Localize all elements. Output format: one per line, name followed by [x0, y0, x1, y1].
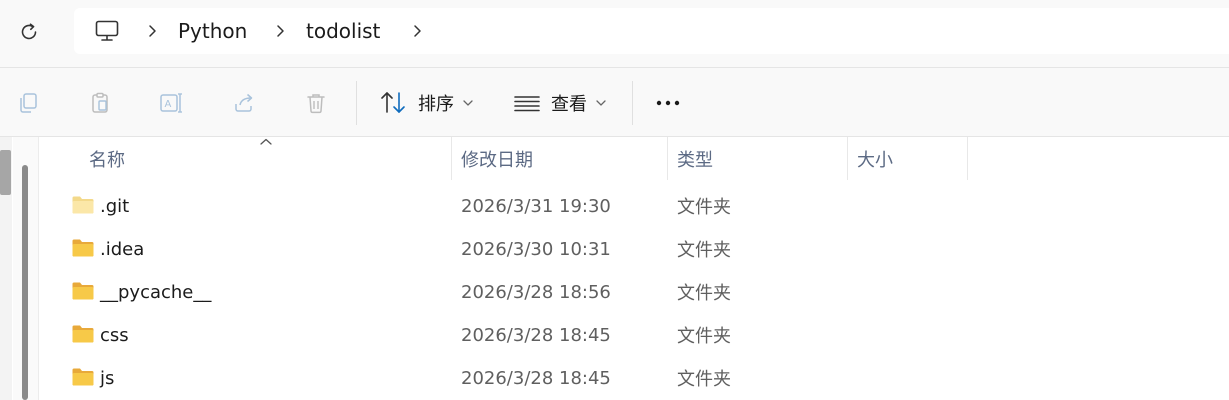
folder-icon: [72, 282, 94, 300]
folder-icon: [72, 239, 94, 257]
rename-button[interactable]: A: [155, 86, 189, 120]
sort-arrows-icon: [381, 92, 405, 113]
breadcrumb-item-todolist[interactable]: todolist: [306, 8, 380, 54]
address-bar-row: Python todolist: [0, 0, 1229, 67]
delete-button[interactable]: [299, 86, 333, 120]
column-header-name[interactable]: 名称: [89, 137, 451, 180]
column-header-modified[interactable]: 修改日期: [461, 137, 667, 180]
sort-label: 排序: [418, 94, 454, 115]
command-bar: A 排序 查看: [0, 68, 1229, 136]
more-dots-icon: [656, 100, 680, 106]
view-label: 查看: [551, 94, 587, 115]
breadcrumb-chevron[interactable]: [142, 8, 162, 54]
chevron-right-icon: [149, 25, 156, 37]
column-resize-handle[interactable]: [451, 137, 452, 180]
sort-button[interactable]: 排序: [380, 85, 474, 121]
file-row[interactable]: .git 2026/3/31 19:30 文件夹: [39, 185, 1229, 227]
file-modified: 2026/3/28 18:45: [461, 324, 611, 346]
file-row[interactable]: __pycache__ 2026/3/28 18:56 文件夹: [39, 271, 1229, 313]
refresh-icon: [21, 23, 37, 40]
column-header-type[interactable]: 类型: [677, 137, 847, 180]
column-resize-handle[interactable]: [847, 137, 848, 180]
file-type: 文件夹: [677, 326, 731, 347]
file-name: __pycache__: [100, 281, 212, 303]
breadcrumb-chevron[interactable]: [270, 8, 290, 54]
file-type: 文件夹: [677, 283, 731, 304]
column-header-label: 类型: [677, 149, 713, 171]
view-list-icon: [514, 96, 540, 112]
breadcrumb-chevron[interactable]: [407, 8, 427, 54]
file-name: css: [100, 324, 129, 346]
breadcrumb-item-label: Python: [178, 19, 248, 43]
file-modified: 2026/3/30 10:31: [461, 238, 611, 260]
rename-icon: A: [160, 93, 182, 113]
file-modified: 2026/3/28 18:45: [461, 367, 611, 389]
file-modified: 2026/3/28 18:56: [461, 281, 611, 303]
paste-button[interactable]: [83, 86, 117, 120]
trash-icon: [307, 94, 325, 114]
column-header-label: 名称: [89, 149, 125, 171]
copy-button[interactable]: [11, 86, 45, 120]
file-type: 文件夹: [677, 369, 731, 390]
file-row[interactable]: js 2026/3/28 18:45 文件夹: [39, 357, 1229, 399]
clipboard-icon: [92, 92, 108, 113]
folder-icon: [72, 368, 94, 386]
svg-text:A: A: [165, 99, 172, 110]
column-resize-handle[interactable]: [967, 137, 968, 180]
column-resize-handle[interactable]: [667, 137, 668, 180]
refresh-button[interactable]: [12, 16, 46, 48]
column-header-label: 修改日期: [461, 149, 533, 171]
folder-icon: [72, 325, 94, 343]
breadcrumb-item-label: todolist: [306, 19, 381, 43]
share-button[interactable]: [227, 86, 261, 120]
view-button[interactable]: 查看: [513, 85, 607, 121]
chevron-down-icon: [463, 100, 473, 106]
file-name: .idea: [100, 238, 145, 260]
toolbar-separator: [632, 81, 633, 125]
column-header-row: 名称 修改日期 类型 大小: [39, 137, 1229, 180]
more-options-button[interactable]: [651, 86, 685, 120]
computer-icon: [95, 20, 119, 41]
address-box[interactable]: Python todolist: [74, 8, 1229, 54]
chevron-right-icon: [414, 25, 421, 37]
file-row[interactable]: .idea 2026/3/30 10:31 文件夹: [39, 228, 1229, 270]
content-scrollbar[interactable]: [22, 165, 28, 400]
chevron-right-icon: [277, 25, 284, 37]
column-header-size[interactable]: 大小: [857, 137, 967, 180]
file-row[interactable]: css 2026/3/28 18:45 文件夹: [39, 314, 1229, 356]
column-header-label: 大小: [857, 149, 893, 171]
navigation-scrollbar-thumb[interactable]: [0, 150, 11, 195]
toolbar-separator: [356, 81, 357, 125]
copy-icon: [20, 93, 37, 113]
folder-empty-icon: [72, 196, 94, 214]
file-name: js: [100, 367, 115, 389]
chevron-down-icon: [596, 100, 606, 106]
this-pc-button[interactable]: [92, 8, 122, 54]
file-name: .git: [100, 195, 130, 217]
file-modified: 2026/3/31 19:30: [461, 195, 611, 217]
breadcrumb-item-python[interactable]: Python: [178, 8, 247, 54]
file-type: 文件夹: [677, 197, 731, 218]
share-icon: [235, 93, 253, 112]
file-type: 文件夹: [677, 240, 731, 261]
